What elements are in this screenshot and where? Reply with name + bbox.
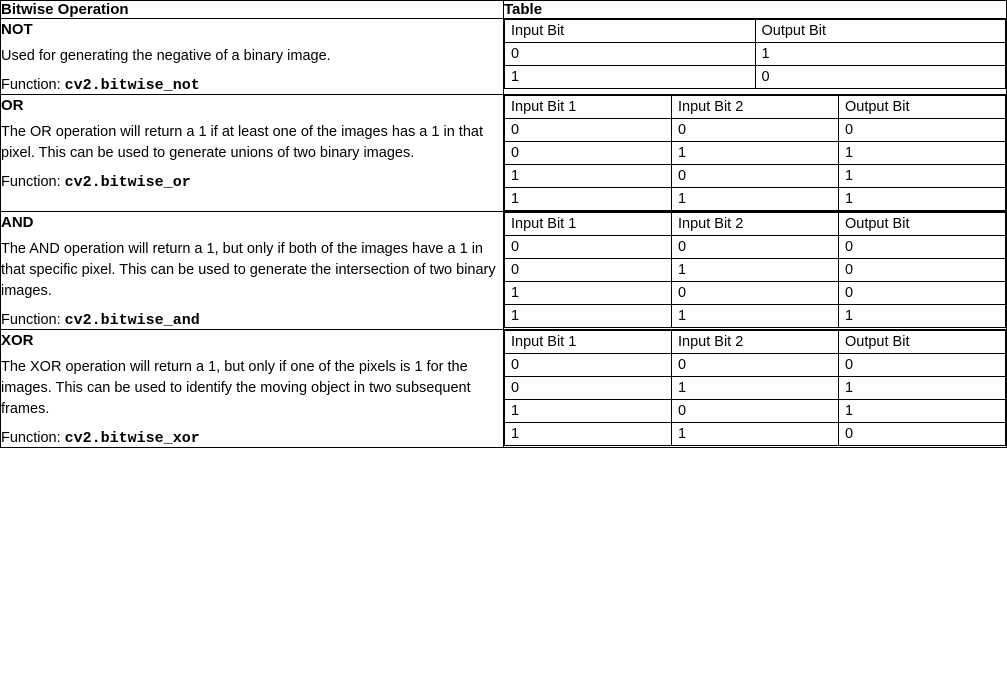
cell: 1 xyxy=(839,400,1006,423)
cell: 1 xyxy=(672,377,839,400)
cell: 0 xyxy=(505,142,672,165)
cell: 0 xyxy=(839,119,1006,142)
cell: 0 xyxy=(839,259,1006,282)
bitwise-operations-table: Bitwise Operation Table NOT Used for gen… xyxy=(0,0,1007,448)
truth-table-or: Input Bit 1 Input Bit 2 Output Bit 0 0 0… xyxy=(504,95,1006,211)
cell: 0 xyxy=(505,236,672,259)
op-desc-xor: The XOR operation will return a 1, but o… xyxy=(1,357,503,420)
func-code-or: cv2.bitwise_or xyxy=(65,174,191,191)
func-prefix: Function: xyxy=(1,174,65,190)
op-func-xor: Function: cv2.bitwise_xor xyxy=(1,430,503,447)
op-func-not: Function: cv2.bitwise_not xyxy=(1,77,503,94)
cell: 1 xyxy=(505,165,672,188)
op-title-not: NOT xyxy=(1,21,503,38)
cell: 0 xyxy=(672,282,839,305)
cell: 0 xyxy=(839,423,1006,446)
col-header: Output Bit xyxy=(839,96,1006,119)
cell: 0 xyxy=(839,282,1006,305)
cell: 1 xyxy=(505,305,672,328)
col-header: Input Bit xyxy=(505,20,756,43)
cell: 1 xyxy=(505,66,756,89)
cell: 0 xyxy=(505,43,756,66)
cell: 0 xyxy=(839,354,1006,377)
cell: 0 xyxy=(839,236,1006,259)
op-title-xor: XOR xyxy=(1,332,503,349)
cell: 1 xyxy=(672,423,839,446)
cell: 0 xyxy=(505,377,672,400)
col-header: Output Bit xyxy=(839,331,1006,354)
func-code-xor: cv2.bitwise_xor xyxy=(65,430,200,447)
cell: 1 xyxy=(755,43,1006,66)
func-prefix: Function: xyxy=(1,430,65,446)
truth-table-and: Input Bit 1 Input Bit 2 Output Bit 0 0 0… xyxy=(504,212,1006,328)
cell: 0 xyxy=(672,400,839,423)
op-title-and: AND xyxy=(1,214,503,231)
op-func-or: Function: cv2.bitwise_or xyxy=(1,174,503,191)
op-desc-or: The OR operation will return a 1 if at l… xyxy=(1,122,503,164)
op-func-and: Function: cv2.bitwise_and xyxy=(1,312,503,329)
cell: 1 xyxy=(505,282,672,305)
cell: 1 xyxy=(839,142,1006,165)
row-not: NOT Used for generating the negative of … xyxy=(1,19,1007,95)
col-header: Output Bit xyxy=(755,20,1006,43)
header-operation: Bitwise Operation xyxy=(1,1,504,19)
cell: 1 xyxy=(839,188,1006,211)
cell: 1 xyxy=(672,188,839,211)
col-header: Input Bit 2 xyxy=(672,213,839,236)
cell: 0 xyxy=(672,236,839,259)
func-prefix: Function: xyxy=(1,312,65,328)
func-prefix: Function: xyxy=(1,77,65,93)
row-xor: XOR The XOR operation will return a 1, b… xyxy=(1,330,1007,448)
cell: 0 xyxy=(672,354,839,377)
header-table: Table xyxy=(504,1,1007,19)
cell: 0 xyxy=(672,165,839,188)
cell: 1 xyxy=(839,305,1006,328)
col-header: Input Bit 2 xyxy=(672,96,839,119)
op-desc-not: Used for generating the negative of a bi… xyxy=(1,46,503,67)
cell: 1 xyxy=(505,188,672,211)
cell: 0 xyxy=(672,119,839,142)
col-header: Input Bit 1 xyxy=(505,331,672,354)
cell: 1 xyxy=(505,400,672,423)
cell: 1 xyxy=(672,259,839,282)
row-or: OR The OR operation will return a 1 if a… xyxy=(1,95,1007,212)
row-and: AND The AND operation will return a 1, b… xyxy=(1,212,1007,330)
cell: 0 xyxy=(755,66,1006,89)
col-header: Output Bit xyxy=(839,213,1006,236)
cell: 1 xyxy=(839,377,1006,400)
cell: 0 xyxy=(505,119,672,142)
col-header: Input Bit 1 xyxy=(505,213,672,236)
truth-table-xor: Input Bit 1 Input Bit 2 Output Bit 0 0 0… xyxy=(504,330,1006,446)
col-header: Input Bit 2 xyxy=(672,331,839,354)
col-header: Input Bit 1 xyxy=(505,96,672,119)
op-desc-and: The AND operation will return a 1, but o… xyxy=(1,239,503,302)
cell: 1 xyxy=(672,305,839,328)
func-code-and: cv2.bitwise_and xyxy=(65,312,200,329)
cell: 0 xyxy=(505,354,672,377)
op-title-or: OR xyxy=(1,97,503,114)
cell: 1 xyxy=(672,142,839,165)
cell: 1 xyxy=(505,423,672,446)
cell: 0 xyxy=(505,259,672,282)
cell: 1 xyxy=(839,165,1006,188)
truth-table-not: Input Bit Output Bit 0 1 1 0 xyxy=(504,19,1006,89)
func-code-not: cv2.bitwise_not xyxy=(65,77,200,94)
